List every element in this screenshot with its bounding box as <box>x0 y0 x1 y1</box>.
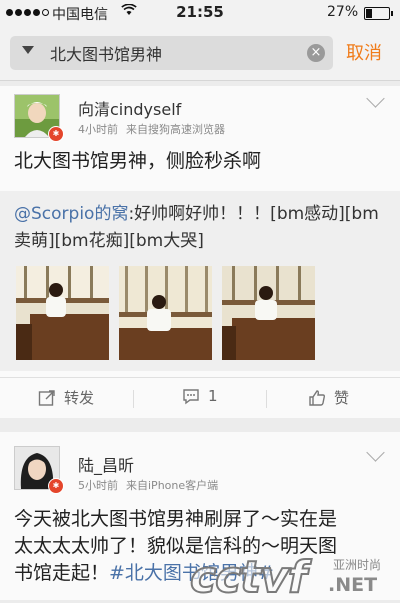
divider <box>266 390 267 408</box>
battery-icon <box>364 7 393 20</box>
post-actions: 转发 1 赞 <box>0 377 400 416</box>
comment-count: 1 <box>208 387 218 405</box>
photo-thumbnail[interactable] <box>119 266 212 360</box>
search-input[interactable] <box>50 40 300 66</box>
more-options-icon[interactable] <box>366 443 385 462</box>
repost-icon <box>38 389 55 406</box>
clear-search-icon[interactable]: × <box>307 44 325 62</box>
post-source: 来自iPhone客户端 <box>126 479 219 492</box>
username[interactable]: 向清cindyself <box>78 96 181 120</box>
search-bar: × <box>0 26 400 81</box>
repost-button[interactable]: 转发 <box>38 387 94 408</box>
comment-icon <box>183 389 199 405</box>
status-bar: 中国电信 21:55 27% <box>0 0 400 26</box>
divider <box>133 390 134 408</box>
reposted-content[interactable]: @Scorpio的窝:好帅啊好帅！！！[bm感动][bm卖萌][bm花痴][bm… <box>0 191 400 371</box>
battery-percent: 27% <box>327 4 359 20</box>
post-meta: 4小时前 来自搜狗高速浏览器 <box>78 121 225 137</box>
verified-badge-icon: ✱ <box>48 478 64 494</box>
more-options-icon[interactable] <box>366 89 385 108</box>
search-type-dropdown-icon[interactable] <box>22 46 34 54</box>
watermark-tagline: 亚洲时尚 <box>333 558 382 572</box>
post-time: 5小时前 <box>78 479 118 492</box>
cancel-button[interactable]: 取消 <box>346 39 382 65</box>
username[interactable]: 陆_昌昕 <box>78 452 134 476</box>
post-text-line: 今天被北大图书馆男神刷屏了～实在是 <box>14 508 338 530</box>
post-meta: 5小时前 来自iPhone客户端 <box>78 477 218 493</box>
post-time: 4小时前 <box>78 123 118 136</box>
watermark-logo: cctvf <box>189 552 308 603</box>
mention-link[interactable]: @Scorpio的窝 <box>14 204 128 224</box>
verified-badge-icon: ✱ <box>48 126 64 142</box>
post-source: 来自搜狗高速浏览器 <box>126 123 225 136</box>
search-box[interactable]: × <box>10 36 333 70</box>
post-text-segment: 书馆走起！ <box>14 562 110 584</box>
image-grid <box>16 266 315 360</box>
photo-thumbnail[interactable] <box>16 266 109 360</box>
like-label: 赞 <box>334 389 350 407</box>
watermark-domain: .NET <box>328 574 378 596</box>
photo-thumbnail[interactable] <box>222 266 315 360</box>
repost-text: @Scorpio的窝:好帅啊好帅！！！[bm感动][bm卖萌][bm花痴][bm… <box>14 201 394 255</box>
like-button[interactable]: 赞 <box>308 387 349 408</box>
post-card[interactable]: ✱ 向清cindyself 4小时前 来自搜狗高速浏览器 北大图书馆男神，侧脸秒杀… <box>0 86 400 418</box>
post-text: 北大图书馆男神，侧脸秒杀啊 <box>14 150 262 172</box>
thumbs-up-icon <box>309 389 326 406</box>
repost-label: 转发 <box>64 389 95 407</box>
comment-button[interactable]: 1 <box>182 387 218 405</box>
